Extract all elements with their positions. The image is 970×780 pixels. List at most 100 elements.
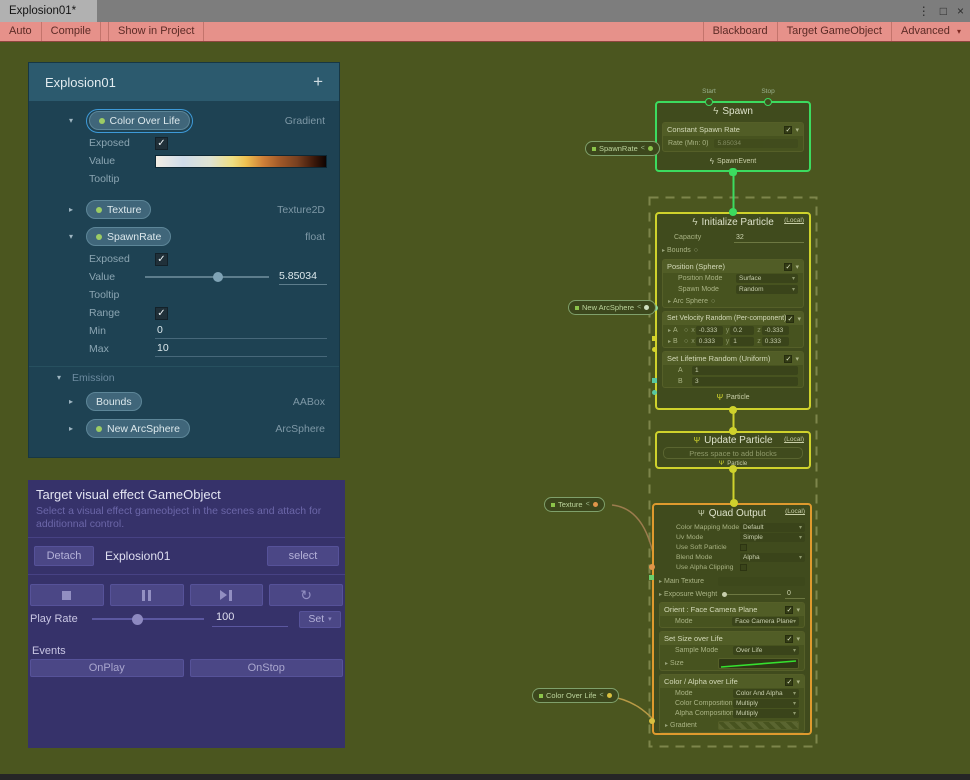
block-collapse-icon[interactable]: ▾ xyxy=(796,606,800,614)
velocity-b-y-field[interactable]: 1 xyxy=(730,337,754,346)
block-enabled-checkbox[interactable]: ✓ xyxy=(784,126,792,134)
texture-pill[interactable]: Texture xyxy=(86,200,151,219)
pause-button[interactable] xyxy=(110,584,184,606)
play-rate-value-field[interactable]: 100 xyxy=(212,611,288,627)
expand-caret-icon[interactable]: ▾ xyxy=(69,232,86,241)
color-mapping-dropdown[interactable]: Default ▾ xyxy=(740,523,805,532)
lifetime-a-input-port[interactable] xyxy=(652,378,657,383)
block-collapse-icon[interactable]: ▾ xyxy=(795,126,799,134)
update-input-port[interactable] xyxy=(729,427,737,435)
velocity-b-z-field[interactable]: 0.333 xyxy=(762,337,789,346)
initialize-output-port[interactable] xyxy=(729,406,737,414)
spawn-context-node[interactable]: Start Stop ϟ Spawn Constant Spawn Rate ✓… xyxy=(655,101,811,172)
velocity-a-z-field[interactable]: -0.333 xyxy=(762,326,789,335)
range-checkbox[interactable]: ✓ xyxy=(155,307,168,320)
exposed-checkbox[interactable]: ✓ xyxy=(155,137,168,150)
initialize-input-port[interactable] xyxy=(729,208,737,216)
gradient-caret-icon[interactable]: ▸ xyxy=(665,722,668,729)
color-over-life-pill[interactable]: Color Over Life xyxy=(89,111,191,130)
spawnrate-output-port[interactable] xyxy=(648,146,653,151)
exposed-checkbox[interactable]: ✓ xyxy=(155,253,168,266)
blackboard-toggle-button[interactable]: Blackboard xyxy=(703,22,777,41)
texture-output-port[interactable] xyxy=(593,502,598,507)
emission-category[interactable]: ▾ Emission xyxy=(29,366,339,388)
lifetime-b-field[interactable]: 3 xyxy=(692,377,798,386)
exposure-slider[interactable] xyxy=(722,594,781,595)
orient-block[interactable]: Orient : Face Camera Plane ✓ ▾ Mode Face… xyxy=(659,602,805,628)
position-sphere-block[interactable]: Position (Sphere) ✓ ▾ Position Mode Surf… xyxy=(662,259,804,308)
output-input-port[interactable] xyxy=(730,499,738,507)
color-mode-dropdown[interactable]: Color And Alpha ▾ xyxy=(733,689,799,698)
block-collapse-icon[interactable]: ▾ xyxy=(796,678,800,686)
main-texture-caret-icon[interactable]: ▸ xyxy=(659,578,662,585)
block-enabled-checkbox[interactable]: ✓ xyxy=(785,635,793,643)
block-collapse-icon[interactable]: ▾ xyxy=(795,263,799,271)
quad-output-context-node[interactable]: Ψ Quad Output (Local) Color Mapping Mode… xyxy=(652,503,812,735)
select-button[interactable]: select xyxy=(267,546,339,566)
onplay-button[interactable]: OnPlay xyxy=(30,659,184,677)
category-caret-icon[interactable]: ▾ xyxy=(57,373,72,382)
spawnrate-parameter-node[interactable]: SpawnRate < xyxy=(585,141,660,156)
compile-button[interactable]: Compile xyxy=(42,22,101,41)
detach-button[interactable]: Detach xyxy=(34,546,94,566)
value-number-field[interactable]: 5.85034 xyxy=(279,270,327,285)
alpha-clipping-checkbox[interactable] xyxy=(740,564,747,571)
block-enabled-checkbox[interactable]: ✓ xyxy=(785,606,793,614)
orient-mode-dropdown[interactable]: Face Camera Plane ▾ xyxy=(732,617,799,626)
auto-button[interactable]: Auto xyxy=(0,22,42,41)
new-arcsphere-pill[interactable]: New ArcSphere xyxy=(86,419,190,438)
sample-mode-dropdown[interactable]: Over Life ▾ xyxy=(733,646,799,655)
gradient-preview-field[interactable] xyxy=(155,155,327,168)
initialize-space-label[interactable]: (Local) xyxy=(784,217,804,224)
block-collapse-icon[interactable]: ▾ xyxy=(797,315,801,323)
expand-caret-icon[interactable]: ▸ xyxy=(69,397,86,406)
color-over-life-output-port[interactable] xyxy=(607,693,612,698)
bounds-pill[interactable]: Bounds xyxy=(86,392,142,411)
exposure-value-field[interactable]: 0 xyxy=(785,589,805,599)
target-gameobject-toggle-button[interactable]: Target GameObject xyxy=(777,22,891,41)
block-enabled-checkbox[interactable]: ✓ xyxy=(784,263,792,271)
arc-sphere-caret-icon[interactable]: ▸ xyxy=(668,298,671,305)
spawn-stop-port[interactable] xyxy=(764,98,772,106)
constant-spawn-rate-block[interactable]: Constant Spawn Rate ✓ ▾ Rate (Min: 0) 5.… xyxy=(662,122,804,152)
uv-mode-dropdown[interactable]: Simple ▾ xyxy=(740,533,805,542)
quad-output-space-label[interactable]: (Local) xyxy=(785,508,805,515)
new-arcsphere-parameter-node[interactable]: New ArcSphere < xyxy=(568,300,656,315)
exposure-input-port[interactable] xyxy=(649,575,654,580)
expand-caret-icon[interactable]: ▸ xyxy=(69,205,86,214)
advanced-dropdown-button[interactable]: Advanced ▾ xyxy=(891,22,970,41)
collapse-icon[interactable]: < xyxy=(586,501,590,508)
rate-value-field[interactable]: 5.85034 xyxy=(714,139,798,148)
spawn-output-port[interactable] xyxy=(729,168,737,176)
soft-particle-checkbox[interactable] xyxy=(740,544,747,551)
update-output-port[interactable] xyxy=(729,465,737,473)
step-button[interactable] xyxy=(190,584,264,606)
update-space-label[interactable]: (Local) xyxy=(784,436,804,443)
maximize-icon[interactable]: □ xyxy=(940,4,947,18)
play-rate-slider[interactable] xyxy=(92,612,204,626)
initialize-context-node[interactable]: ϟ Initialize Particle (Local) Capacity 3… xyxy=(655,212,811,410)
slider-knob[interactable] xyxy=(132,614,143,625)
blend-mode-dropdown[interactable]: Alpha ▾ xyxy=(740,553,805,562)
bounds-space-toggle-icon[interactable]: ○ xyxy=(694,247,698,254)
block-enabled-checkbox[interactable]: ✓ xyxy=(785,678,793,686)
new-arcsphere-output-port[interactable] xyxy=(644,305,649,310)
add-parameter-button[interactable]: + xyxy=(313,72,323,92)
position-mode-dropdown[interactable]: Surface ▾ xyxy=(736,274,798,283)
velocity-b-caret-icon[interactable]: ▸ xyxy=(668,338,671,345)
block-collapse-icon[interactable]: ▾ xyxy=(795,355,799,363)
collapse-icon[interactable]: < xyxy=(637,304,641,311)
velocity-random-block[interactable]: Set Velocity Random (Per-component) ✓ ▾ … xyxy=(662,311,804,348)
bounds-caret-icon[interactable]: ▸ xyxy=(662,247,665,254)
velocity-a-random-icon[interactable]: ○ xyxy=(684,327,688,334)
capacity-field[interactable]: 32 xyxy=(734,233,804,243)
velocity-a-caret-icon[interactable]: ▸ xyxy=(668,327,671,334)
velocity-b-x-field[interactable]: 0.333 xyxy=(696,337,723,346)
block-enabled-checkbox[interactable]: ✓ xyxy=(784,355,792,363)
spawn-start-port[interactable] xyxy=(705,98,713,106)
restart-button[interactable]: ↻ xyxy=(269,584,343,606)
texture-parameter-node[interactable]: Texture < xyxy=(544,497,605,512)
block-collapse-icon[interactable]: ▾ xyxy=(796,635,800,643)
size-over-life-block[interactable]: Set Size over Life ✓ ▾ Sample Mode Over … xyxy=(659,631,805,671)
stop-button[interactable] xyxy=(30,584,104,606)
